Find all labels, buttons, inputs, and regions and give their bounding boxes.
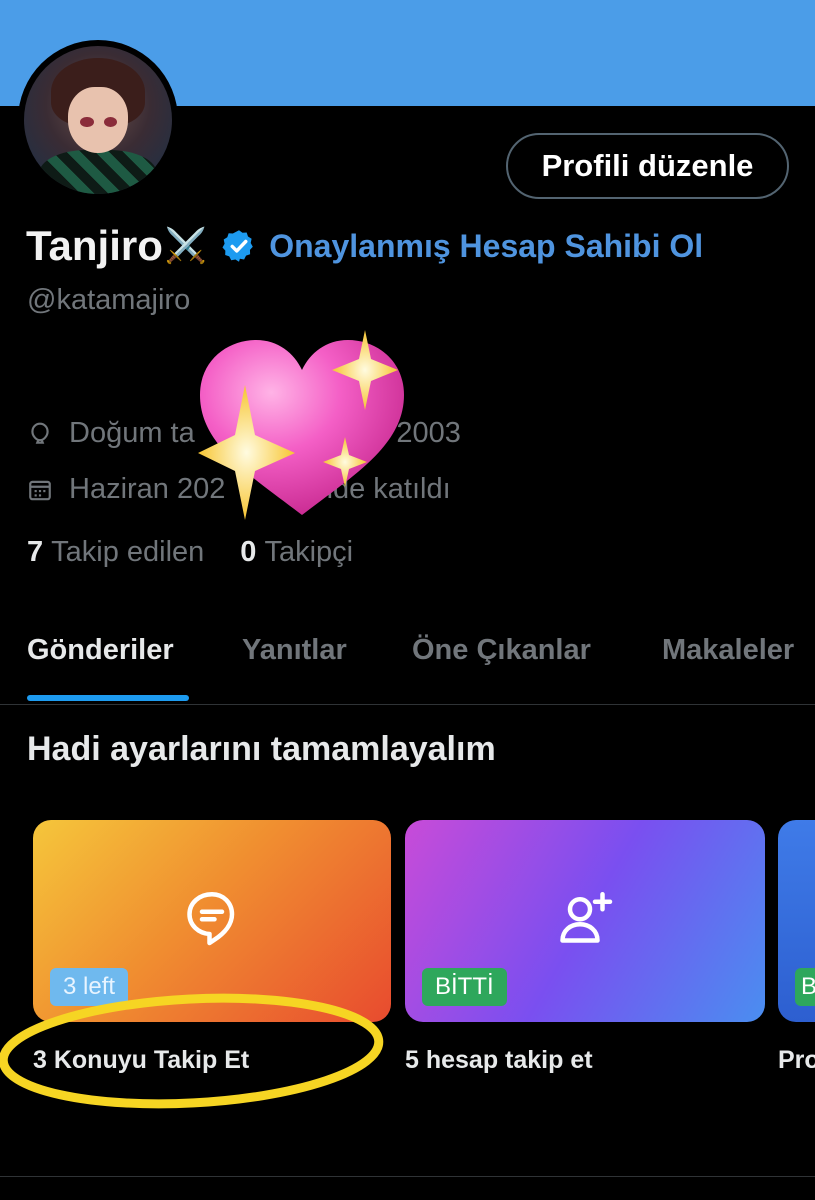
setup-card-partial[interactable]: BİTTİ bbox=[778, 820, 815, 1022]
following-count: 7 bbox=[27, 536, 44, 568]
setup-card-follow-topics[interactable]: 3 left bbox=[33, 820, 391, 1022]
birthday-row: Doğum ta uz 2003 bbox=[27, 417, 461, 450]
done-badge-partial: BİTTİ bbox=[795, 968, 815, 1006]
calendar-icon bbox=[29, 480, 51, 500]
remaining-badge: 3 left bbox=[50, 968, 129, 1006]
profile-tabs: Gönderiler Yanıtlar Öne Çıkanlar Makalel… bbox=[0, 620, 815, 705]
done-badge: BİTTİ bbox=[422, 968, 507, 1006]
followers-stat[interactable]: 0 Takipçi bbox=[240, 536, 353, 569]
add-person-icon bbox=[560, 892, 613, 943]
verified-badge-icon[interactable] bbox=[221, 228, 257, 264]
setup-card-label[interactable]: Pro bbox=[778, 1046, 815, 1075]
following-label: Takip edilen bbox=[51, 536, 205, 568]
edit-profile-button[interactable]: Profili düzenle bbox=[506, 133, 789, 199]
joined-text-start: Haziran 202 bbox=[69, 473, 226, 505]
joined-text-end: inde katıldı bbox=[310, 473, 451, 505]
balloon-icon bbox=[31, 422, 49, 444]
avatar-image bbox=[24, 46, 172, 194]
tab-highlights[interactable]: Öne Çıkanlar bbox=[412, 634, 591, 667]
active-tab-indicator bbox=[27, 695, 189, 701]
followers-label: Takipçi bbox=[264, 536, 354, 568]
display-name: Tanjiro bbox=[26, 222, 163, 269]
setup-card-follow-accounts[interactable]: BİTTİ bbox=[405, 820, 765, 1022]
crossed-swords-icon: ⚔️ bbox=[164, 227, 208, 265]
name-row: Tanjiro ⚔️ Onaylanmış Hesap Sahibi Ol bbox=[26, 220, 703, 272]
tab-replies[interactable]: Yanıtlar bbox=[242, 634, 347, 667]
username-handle: @katamajiro bbox=[27, 284, 191, 316]
followers-count: 0 bbox=[240, 536, 257, 568]
setup-section-title: Hadi ayarlarını tamamlayalım bbox=[27, 730, 496, 768]
setup-card-label[interactable]: 5 hesap takip et bbox=[405, 1046, 593, 1075]
birthday-text-start: Doğum ta bbox=[69, 417, 195, 449]
follow-stats: 7 Takip edilen 0 Takipçi bbox=[27, 536, 389, 569]
following-stat[interactable]: 7 Takip edilen bbox=[27, 536, 204, 569]
birthday-text-end: uz 2003 bbox=[357, 417, 461, 449]
avatar[interactable] bbox=[18, 40, 178, 200]
get-verified-link[interactable]: Onaylanmış Hesap Sahibi Ol bbox=[269, 228, 703, 265]
tab-posts[interactable]: Gönderiler bbox=[27, 634, 174, 667]
divider bbox=[0, 1176, 815, 1177]
topic-bubble-icon bbox=[187, 892, 235, 946]
joined-row: Haziran 202 inde katıldı bbox=[27, 473, 451, 506]
setup-card-label[interactable]: 3 Konuyu Takip Et bbox=[33, 1046, 249, 1075]
tab-articles[interactable]: Makaleler bbox=[662, 634, 794, 667]
